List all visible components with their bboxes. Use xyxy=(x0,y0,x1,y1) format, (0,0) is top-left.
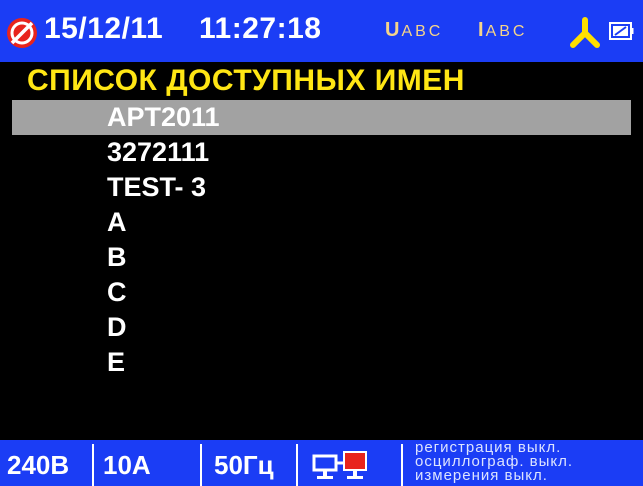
voltage-phase-indicator: U ABC xyxy=(385,19,443,42)
voltage-indicator-main: U xyxy=(385,19,400,41)
time-display: 11:27:18 xyxy=(199,12,322,45)
current-indicator-sub: ABC xyxy=(485,23,528,40)
divider xyxy=(401,444,403,486)
bottom-status-bar: 240В 10A 50Гц регистрация выкл. осциллог… xyxy=(0,440,643,486)
list-item[interactable]: E xyxy=(0,345,643,380)
divider xyxy=(92,444,94,486)
list-item[interactable]: B xyxy=(0,240,643,275)
list-item[interactable]: TEST- 3 xyxy=(0,170,643,205)
divider xyxy=(200,444,202,486)
nominal-frequency: 50Гц xyxy=(214,450,274,480)
voltage-indicator-sub: ABC xyxy=(401,23,444,40)
current-phase-indicator: I ABC xyxy=(478,19,527,42)
battery-icon xyxy=(609,22,634,40)
list-item[interactable]: C xyxy=(0,275,643,310)
available-names-list: APT2011 3272111 TEST- 3 A B C D E xyxy=(0,100,643,380)
pc-connection-icon xyxy=(312,450,370,486)
list-item[interactable]: 3272111 xyxy=(0,135,643,170)
list-title: СПИСОК ДОСТУПНЫХ ИМЕН xyxy=(27,64,465,97)
list-item-selected[interactable]: APT2011 xyxy=(12,100,631,135)
status-measurements: измерения выкл. xyxy=(415,467,548,484)
instrument-screen: 15/12/11 11:27:18 U ABC I ABC СПИСОК ДОСТУ… xyxy=(0,0,643,486)
current-indicator-main: I xyxy=(478,19,484,41)
brand-logo-icon xyxy=(6,17,38,49)
three-phase-wye-icon xyxy=(568,16,602,50)
date-display: 15/12/11 xyxy=(44,12,164,45)
top-status-bar: 15/12/11 11:27:18 U ABC I ABC xyxy=(0,0,643,62)
nominal-current: 10A xyxy=(103,450,151,480)
nominal-voltage: 240В xyxy=(7,450,70,480)
recording-status: регистрация выкл. осциллограф. выкл. изм… xyxy=(415,440,643,486)
divider xyxy=(296,444,298,486)
list-item[interactable]: D xyxy=(0,310,643,345)
list-item[interactable]: A xyxy=(0,205,643,240)
